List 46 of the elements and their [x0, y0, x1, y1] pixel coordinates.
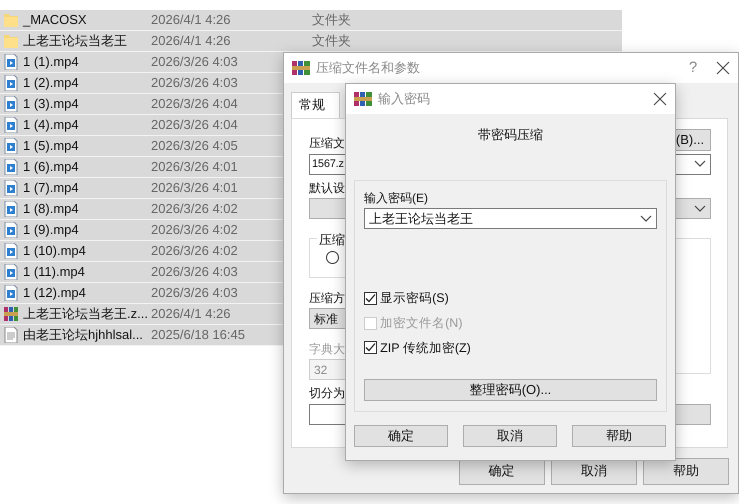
file-type: 文件夹: [312, 32, 351, 50]
file-name: 1 (5).mp4: [23, 137, 80, 156]
file-name: 1 (10).mp4: [23, 242, 87, 260]
file-date: 2026/3/26 4:01: [151, 179, 239, 198]
file-name: 1 (9).mp4: [23, 221, 80, 240]
file-name: 1 (8).mp4: [23, 200, 80, 218]
file-name: 由老王论坛hjhhlsal...: [23, 326, 144, 344]
file-date: 2026/3/26 4:04: [151, 95, 239, 114]
file-name: 1 (2).mp4: [23, 74, 80, 92]
file-name: 1 (7).mp4: [23, 179, 80, 198]
dialog-heading: 带密码压缩: [478, 126, 543, 144]
field-label: 切分为: [309, 386, 345, 401]
window-title: 输入密码: [378, 90, 431, 108]
file-date: 2026/4/1 4:26: [151, 11, 232, 30]
field-label: 默认设: [309, 180, 345, 196]
file-date: 2026/3/26 4:04: [151, 116, 239, 134]
file-name: 上老王论坛当老王: [23, 32, 128, 50]
file-date: 2026/3/26 4:02: [151, 200, 239, 218]
field-label: 字典大: [309, 342, 345, 356]
file-date: 2026/4/1 4:26: [151, 305, 232, 324]
file-name: 1 (11).mp4: [23, 263, 86, 282]
file-name: 1 (1).mp4: [23, 53, 80, 72]
file-date: 2026/3/26 4:02: [151, 221, 239, 240]
checkbox-label: ZIP 传统加密(Z): [380, 340, 471, 357]
file-name: 1 (6).mp4: [23, 158, 80, 176]
file-date: 2026/3/26 4:03: [151, 53, 239, 72]
file-name: 1 (4).mp4: [23, 116, 80, 134]
file-name: 1 (12).mp4: [23, 284, 87, 302]
file-date: 2025/6/18 16:45: [151, 326, 246, 344]
file-date: 2026/4/1 4:26: [151, 32, 232, 50]
field-label: 压缩方: [309, 290, 345, 306]
file-date: 2026/3/26 4:03: [151, 284, 239, 302]
file-date: 2026/3/26 4:05: [151, 137, 239, 156]
field-label: 压缩文: [309, 136, 345, 150]
file-name: 上老王论坛当老王.z...: [23, 305, 149, 324]
file-name: 1 (3).mp4: [23, 95, 80, 114]
file-date: 2026/3/26 4:03: [151, 263, 239, 282]
file-date: 2026/3/26 4:03: [151, 74, 239, 92]
checkbox-label: 加密文件名(N): [380, 314, 462, 332]
file-name: _MACOSX: [23, 11, 88, 30]
checkbox-label: 显示密码(S): [380, 290, 449, 308]
window-title: 压缩文件名和参数: [316, 59, 421, 78]
file-date: 2026/3/26 4:01: [151, 158, 239, 176]
file-type: 文件夹: [312, 11, 351, 30]
field-label: 输入密码(E): [364, 190, 428, 205]
file-date: 2026/3/26 4:02: [151, 242, 239, 260]
